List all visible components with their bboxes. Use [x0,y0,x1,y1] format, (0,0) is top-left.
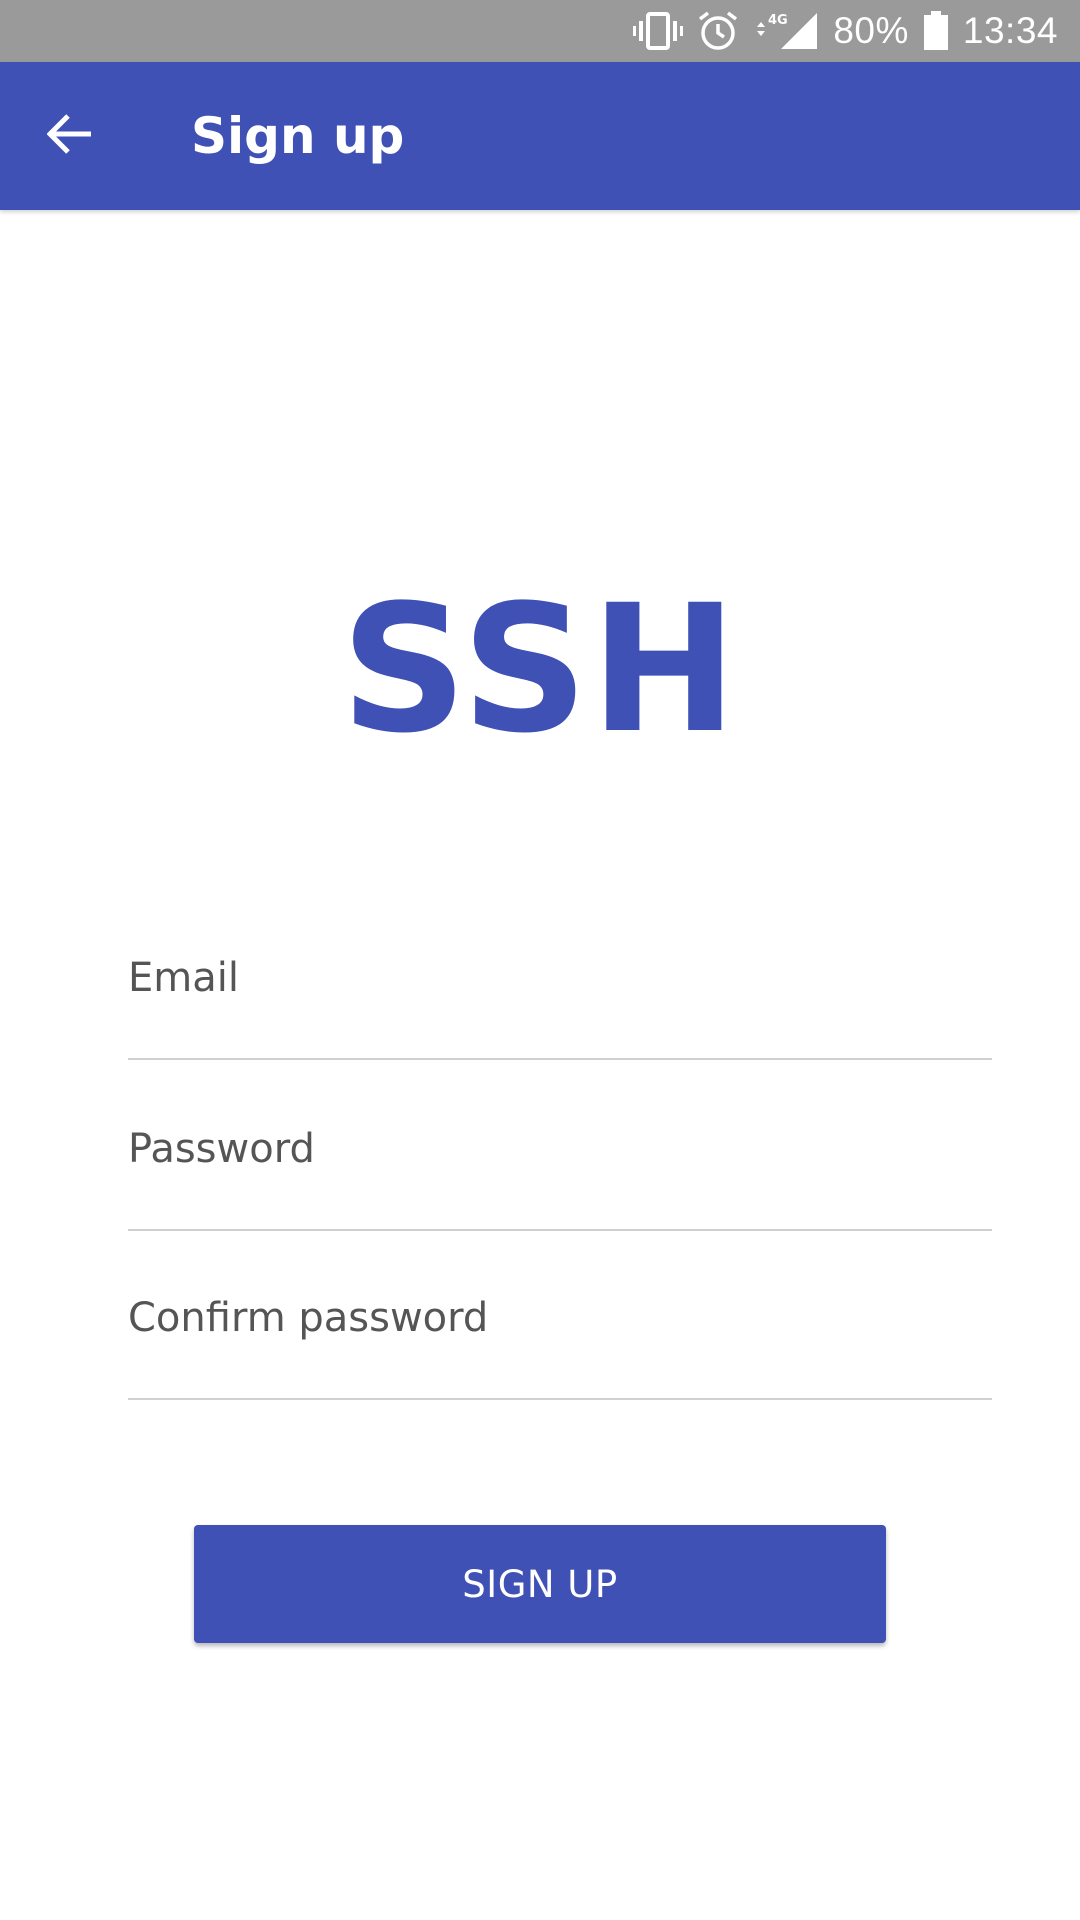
battery-percent: 80% [833,10,909,51]
battery-icon [923,11,949,51]
page-title: Sign up [191,107,405,165]
password-field[interactable] [128,1101,992,1231]
app-logo: SSH [340,567,740,772]
vibrate-icon [633,11,684,51]
status-icons: 4G 80% 13:34 [633,0,1058,62]
sign-up-button[interactable]: SIGN UP [194,1525,886,1643]
app-bar: Sign up [0,62,1080,210]
password-field-container [128,1101,992,1231]
email-field[interactable] [128,930,992,1060]
confirm-password-field[interactable] [128,1270,992,1400]
back-button[interactable] [26,92,114,180]
email-field-container [128,930,992,1060]
status-bar: 4G 80% 13:34 [0,0,1080,62]
confirm-password-field-container [128,1270,992,1400]
network-type-label: 4G [768,13,788,28]
arrow-back-icon [46,111,93,162]
signal-icon: 4G [753,11,819,51]
clock: 13:34 [962,10,1058,51]
alarm-icon [697,10,739,52]
